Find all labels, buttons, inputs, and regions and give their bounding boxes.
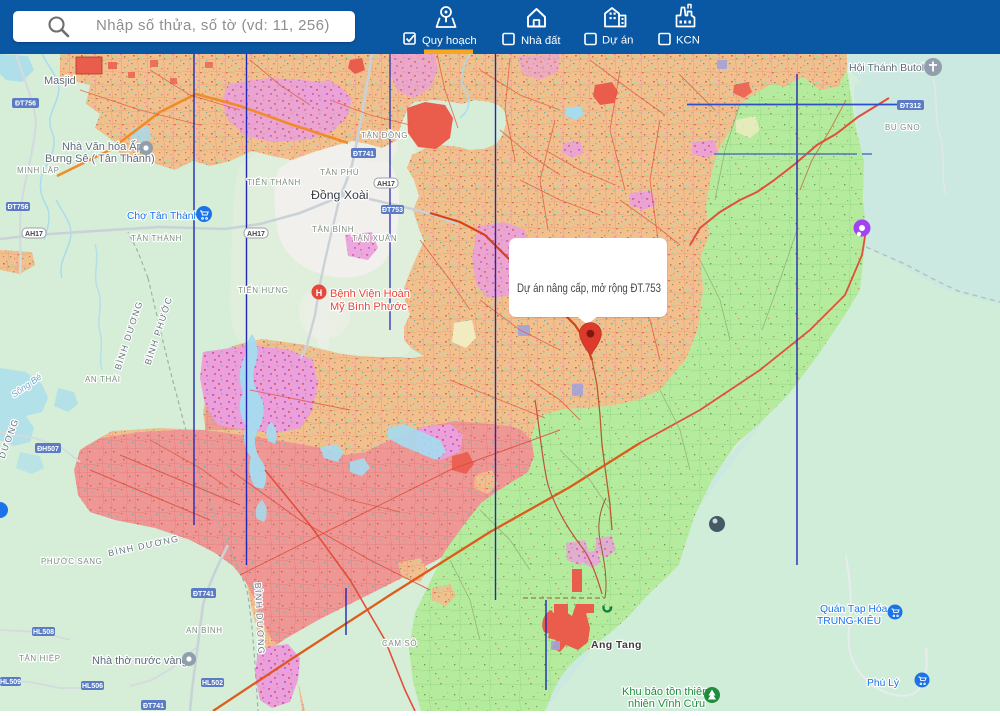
svg-text:ĐT741: ĐT741 (193, 591, 214, 598)
svg-text:Dự án nâng cấp, mở rộng ĐT.753: Dự án nâng cấp, mở rộng ĐT.753 (517, 281, 661, 295)
svg-text:Masjid: Masjid (44, 75, 76, 87)
svg-text:Phú Lý: Phú Lý (867, 678, 900, 689)
svg-text:MINH LẬP: MINH LẬP (17, 166, 60, 175)
svg-text:AH17: AH17 (25, 231, 43, 238)
svg-text:ĐT312: ĐT312 (900, 103, 921, 110)
svg-text:AN BÌNH: AN BÌNH (186, 626, 223, 635)
svg-text:TIẾN HƯNG: TIẾN HƯNG (238, 285, 288, 295)
svg-text:TÂN PHÚ: TÂN PHÚ (320, 168, 359, 177)
svg-text:Quán Tạp Hóa: Quán Tạp Hóa (820, 604, 888, 615)
svg-text:Bưng Sê ( Tân Thành): Bưng Sê ( Tân Thành) (45, 153, 155, 165)
svg-text:BU GNO: BU GNO (885, 123, 920, 132)
svg-text:Ang Tang: Ang Tang (591, 639, 642, 651)
svg-text:Nhà thờ nước vàng: Nhà thờ nước vàng (92, 655, 188, 667)
svg-text:Nhà Văn hóa Ấp: Nhà Văn hóa Ấp (62, 140, 143, 153)
svg-text:Đồng Xoài: Đồng Xoài (311, 188, 368, 202)
svg-text:TÂN THÀNH: TÂN THÀNH (131, 234, 182, 243)
svg-text:PHƯỚC SANG: PHƯỚC SANG (41, 557, 102, 566)
svg-text:Khu bảo tồn thiên: Khu bảo tồn thiên (622, 686, 708, 698)
svg-text:ĐT741: ĐT741 (353, 151, 374, 158)
svg-text:AN THÁI: AN THÁI (85, 375, 121, 384)
svg-text:Chợ Tân Thành: Chợ Tân Thành (127, 211, 199, 222)
svg-text:TRUNG-KIÊU: TRUNG-KIÊU (817, 614, 881, 627)
svg-text:Nhà đất: Nhà đất (521, 35, 561, 47)
svg-text:Dự án: Dự án (602, 35, 633, 47)
svg-text:HL508: HL508 (33, 629, 54, 636)
svg-text:ĐT756: ĐT756 (7, 204, 28, 211)
svg-text:TIẾN THÀNH: TIẾN THÀNH (247, 177, 301, 187)
svg-text:AH17: AH17 (377, 181, 395, 188)
svg-text:Mỹ Bình Phước: Mỹ Bình Phước (330, 301, 407, 313)
svg-text:HL509: HL509 (0, 679, 21, 686)
svg-text:KCN: KCN (676, 35, 700, 47)
svg-text:TÂN BÌNH: TÂN BÌNH (312, 225, 354, 234)
svg-text:ĐT753: ĐT753 (382, 207, 403, 214)
svg-text:ĐT741: ĐT741 (143, 703, 164, 710)
svg-text:TÂN XUÂN: TÂN XUÂN (352, 234, 397, 243)
svg-text:CAM SÔ: CAM SÔ (382, 639, 417, 648)
svg-text:H: H (316, 288, 323, 298)
svg-text:nhiên Vĩnh Cửu: nhiên Vĩnh Cửu (628, 698, 705, 710)
svg-text:TÂN ĐỒNG: TÂN ĐỒNG (361, 130, 408, 140)
svg-text:ĐH507: ĐH507 (37, 446, 59, 453)
svg-text:ĐT756: ĐT756 (15, 101, 36, 108)
svg-text:AH17: AH17 (247, 231, 265, 238)
svg-text:Quy hoạch: Quy hoạch (422, 35, 477, 47)
svg-text:HL506: HL506 (82, 683, 103, 690)
svg-text:Bệnh Viện Hoàn: Bệnh Viện Hoàn (330, 288, 410, 300)
svg-text:Hội Thánh Butol: Hội Thánh Butol (849, 62, 924, 74)
svg-text:TÂN HIỆP: TÂN HIỆP (19, 654, 61, 663)
svg-text:HL502: HL502 (202, 680, 223, 687)
